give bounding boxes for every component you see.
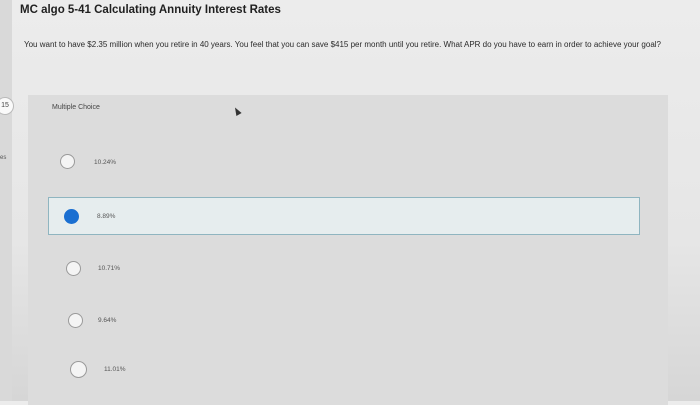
left-strip — [0, 0, 12, 401]
option-5[interactable]: 11.01% — [48, 357, 640, 393]
radio-button-selected[interactable] — [64, 209, 79, 224]
option-label: 9.64% — [98, 317, 117, 324]
option-3[interactable]: 10.71% — [48, 251, 640, 287]
page-title: MC algo 5-41 Calculating Annuity Interes… — [20, 4, 281, 16]
radio-button[interactable] — [70, 361, 87, 378]
sidebar-label: es — [0, 155, 7, 161]
option-2[interactable]: 8.89% — [48, 197, 640, 235]
radio-button[interactable] — [60, 154, 75, 169]
multiple-choice-label: Multiple Choice — [52, 104, 100, 111]
radio-button[interactable] — [68, 313, 83, 328]
option-label: 10.24% — [94, 159, 117, 166]
option-1[interactable]: 10.24% — [48, 144, 640, 180]
option-label: 11.01% — [104, 366, 126, 373]
radio-button[interactable] — [66, 261, 81, 276]
option-4[interactable]: 9.64% — [48, 304, 640, 340]
option-label: 10.71% — [98, 265, 121, 272]
question-text: You want to have $2.35 million when you … — [24, 40, 661, 49]
option-label: 8.89% — [97, 213, 116, 220]
